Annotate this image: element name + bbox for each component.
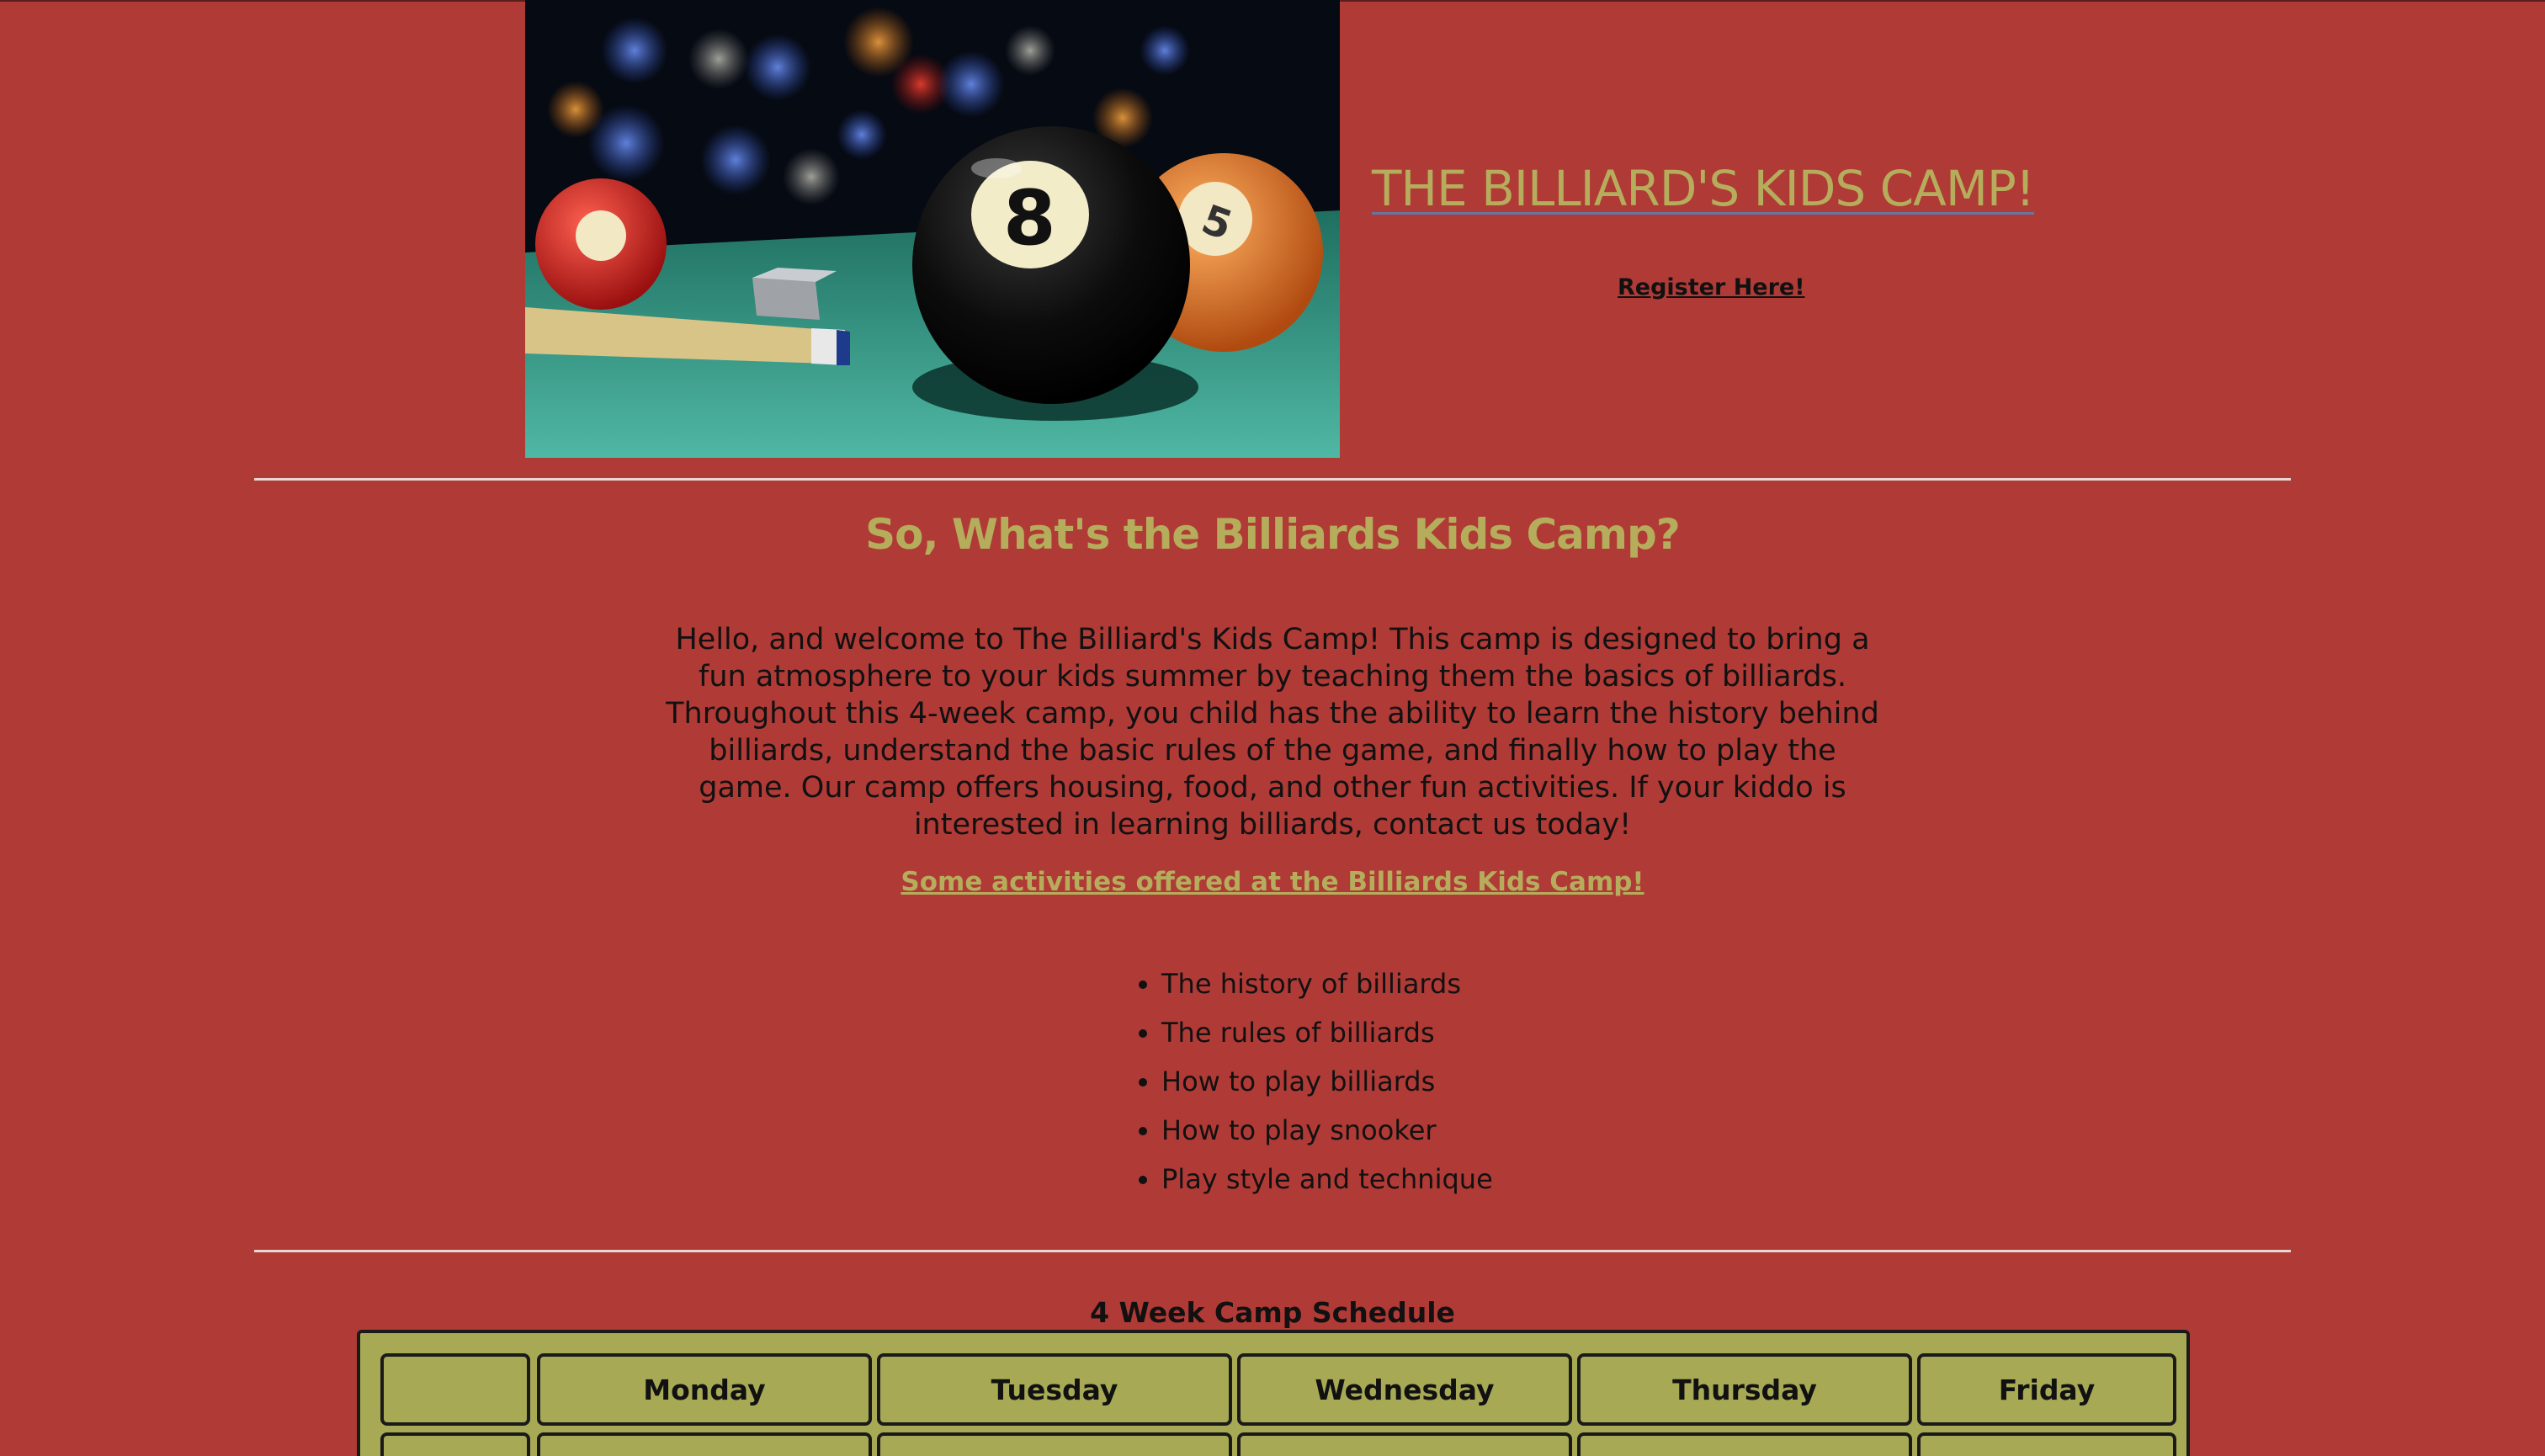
table-header-cell [380,1353,530,1426]
list-item: How to play snooker [1161,1106,1493,1155]
register-link[interactable]: Register Here! [1618,274,1805,300]
list-item: How to play billiards [1161,1057,1493,1106]
table-cell [877,1432,1232,1456]
about-heading: So, What's the Billiards Kids Camp? [865,510,1681,559]
activities-heading: Some activities offered at the Billiards… [901,867,1644,897]
table-header-cell: Tuesday [877,1353,1232,1426]
divider [254,478,2291,481]
table-cell [537,1432,872,1456]
schedule-table: Monday Tuesday Wednesday Thursday Friday [357,1330,2190,1456]
intro-paragraph: Hello, and welcome to The Billiard's Kid… [666,623,1879,842]
table-header-cell: Friday [1917,1353,2176,1426]
schedule-title: 4 Week Camp Schedule [1090,1296,1455,1329]
table-header-cell: Thursday [1577,1353,1912,1426]
list-item: Play style and technique [1161,1155,1493,1204]
activities-list: The history of billiards The rules of bi… [1136,959,1493,1204]
table-header-cell: Monday [537,1353,872,1426]
table-cell [380,1432,530,1456]
table-cell [1237,1432,1572,1456]
billiards-hero-image: 5 8 [525,0,1340,458]
svg-text:8: 8 [1003,174,1056,263]
table-cell [1577,1432,1912,1456]
list-item: The rules of billiards [1161,1008,1493,1057]
table-header-cell: Wednesday [1237,1353,1572,1426]
list-item: The history of billiards [1161,959,1493,1008]
site-title-link[interactable]: THE BILLIARD'S KIDS CAMP! [1372,160,2035,217]
page: 5 8 THE BILLIARD'S KIDS CAMP! Register H… [0,0,2545,1456]
divider [254,1250,2291,1252]
table-cell [1917,1432,2176,1456]
